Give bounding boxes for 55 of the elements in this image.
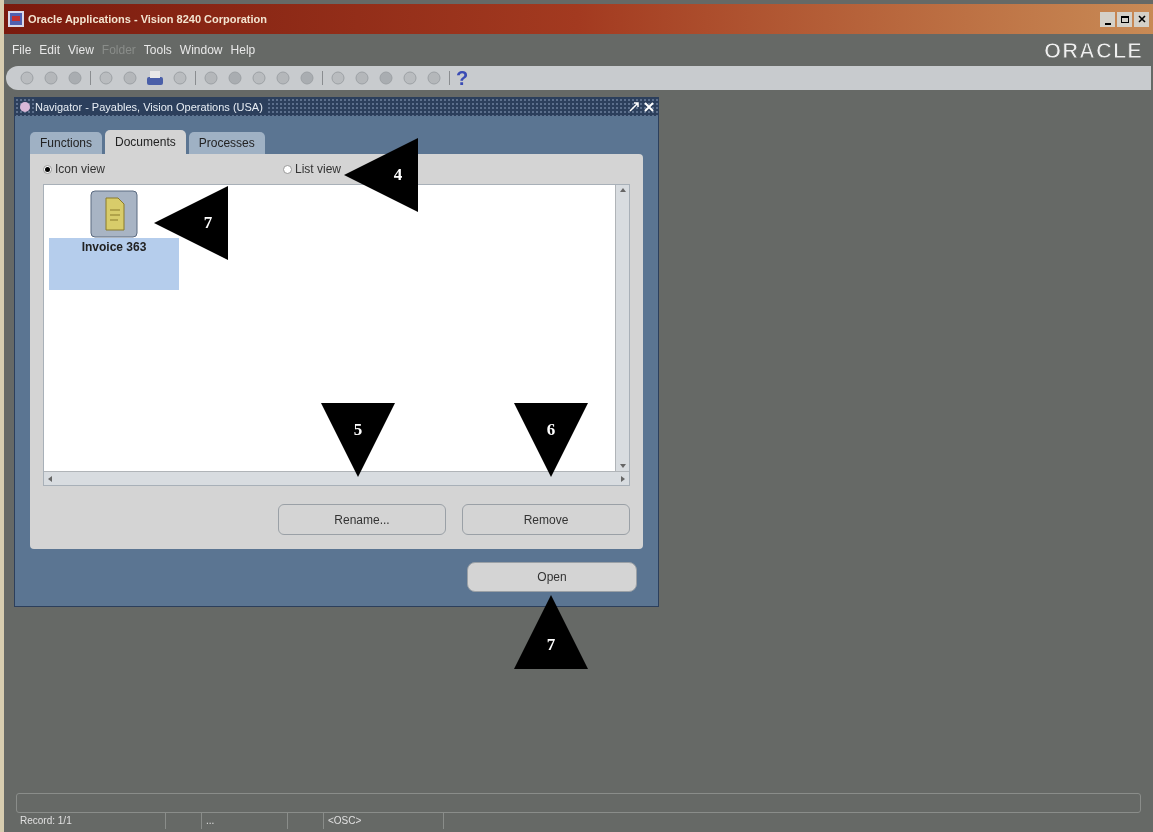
radio-button[interactable] [43,164,52,174]
toolbar-icon[interactable] [42,69,60,87]
vertical-scrollbar[interactable] [615,185,629,471]
close-icon [1137,15,1146,23]
window-title: Oracle Applications - Vision 8240 Corporation [28,11,267,27]
scroll-right-icon[interactable] [620,474,626,483]
printer-icon[interactable] [145,69,165,87]
restore-icon[interactable] [628,101,640,113]
toolbar-icon[interactable] [202,69,220,87]
toolbar-icon[interactable] [18,69,36,87]
menu-item[interactable]: Window [175,41,227,59]
toolbar-icon[interactable] [425,69,443,87]
menu-item[interactable]: File [8,41,36,59]
status-field: ... [202,813,288,829]
toolbar-icon[interactable] [353,69,371,87]
menu-item[interactable]: Help [226,41,260,59]
toolbar-icon[interactable] [377,69,395,87]
app-icon [8,11,24,27]
toolbar-icon[interactable] [274,69,292,87]
brand-logo: ORACLE [1044,36,1143,65]
toolbar-icon[interactable] [250,69,268,87]
tab[interactable]: Functions [30,132,103,154]
document-icon [90,190,138,238]
scroll-down-icon[interactable] [618,463,627,469]
action-button[interactable]: Rename... [278,504,446,535]
tab[interactable]: Documents [105,130,186,154]
toolbar-icon[interactable] [171,69,189,87]
toolbar-icon[interactable] [121,69,139,87]
status-field: Record: 1/1 [16,813,166,829]
status-field: <OSC> [324,813,444,829]
toolbar-icon[interactable] [226,69,244,87]
tab[interactable]: Processes [188,132,265,154]
toolbar-icon[interactable] [401,69,419,87]
close-button[interactable] [1134,11,1149,27]
close-icon[interactable] [644,102,654,112]
toolbar-icon[interactable] [298,69,316,87]
minimize-button[interactable] [1100,11,1115,27]
scroll-left-icon[interactable] [47,474,53,483]
navigator-icon [19,101,31,113]
maximize-button[interactable] [1117,11,1132,27]
toolbar-icon[interactable] [97,69,115,87]
menu-item[interactable]: Tools [139,41,176,59]
horizontal-scrollbar[interactable] [44,471,629,485]
radio-option[interactable]: Icon view [43,160,283,178]
toolbar-icon[interactable] [66,69,84,87]
toolbar-icon[interactable] [329,69,347,87]
help-button[interactable]: ? [456,68,469,88]
open-button[interactable]: Open [467,562,637,592]
menu-item[interactable]: View [64,41,98,59]
menu-item[interactable]: Edit [35,41,65,59]
radio-option[interactable]: List view [283,160,341,178]
radio-button[interactable] [283,164,292,174]
navigator-title: Navigator - Payables, Vision Operations (USA) [35,98,267,116]
action-button[interactable]: Remove [462,504,630,535]
scroll-up-icon[interactable] [618,187,627,193]
